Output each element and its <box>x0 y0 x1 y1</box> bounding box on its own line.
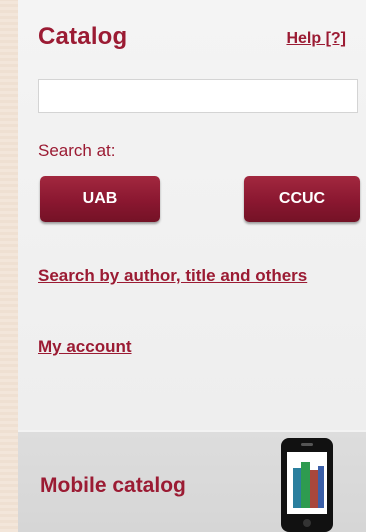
my-account-link[interactable]: My account <box>38 335 132 359</box>
ccuc-button[interactable]: CCUC <box>244 176 360 222</box>
book-icon <box>301 462 310 508</box>
phone-speaker <box>301 443 313 446</box>
uab-button[interactable]: UAB <box>40 176 160 222</box>
catalog-panel-top: Catalog Help [?] Search at: UAB CCUC Sea… <box>18 0 366 430</box>
mobile-phone-books-icon[interactable] <box>281 438 333 532</box>
search-input[interactable] <box>38 79 358 113</box>
book-icon <box>318 466 324 508</box>
search-at-label: Search at: <box>38 141 116 160</box>
catalog-title: Catalog <box>38 23 128 50</box>
catalog-panel: Catalog Help [?] Search at: UAB CCUC Sea… <box>18 0 366 532</box>
search-by-author-title-link[interactable]: Search by author, title and others <box>38 264 358 288</box>
phone-home-button <box>303 519 311 527</box>
mobile-catalog-label[interactable]: Mobile catalog <box>40 474 186 498</box>
book-icon <box>293 468 301 508</box>
book-icon <box>310 470 318 508</box>
help-link[interactable]: Help [?] <box>286 30 346 48</box>
phone-screen <box>287 452 327 514</box>
mobile-catalog-section[interactable]: Mobile catalog <box>18 432 366 532</box>
